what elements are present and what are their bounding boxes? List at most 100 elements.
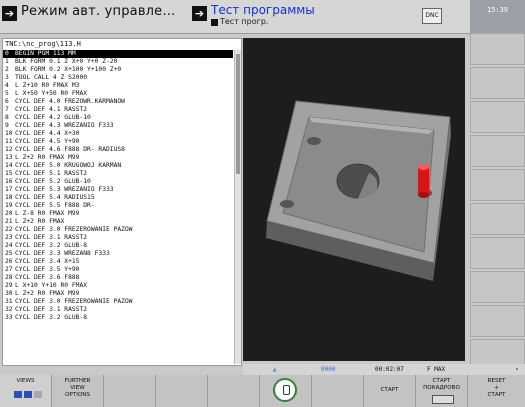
program-line[interactable]: 23 CYCL DEF 3.1 RASST2 [3,234,233,242]
vertical-softkey-4[interactable] [470,135,525,167]
program-line[interactable]: 22 CYCL DEF 3.0 FREZEROWANIE PAZOW [3,226,233,234]
softkey-5[interactable] [208,375,260,407]
program-line[interactable]: 29 L X+10 Y+10 R0 FMAX [3,282,233,290]
line-number: 19 [5,202,13,209]
program-line[interactable]: 12 CYCL DEF 4.6 F888 DR- RADIUS8 [3,146,233,154]
line-text: L Z+10 R0 FMAX M3 [15,82,80,89]
program-line[interactable]: 21 L Z+2 R0 FMAX [3,218,233,226]
simulation-speed-softkey[interactable] [260,375,312,407]
scrollbar[interactable] [234,50,241,364]
start-single-block-softkey[interactable]: СТАРТ ПОКАДРОВО [416,375,468,407]
line-text: L Z-8 R0 FMAX M99 [15,210,80,217]
program-line[interactable]: 0 BEGIN PGM 113 MM [3,50,233,58]
further-label: FURTHER [64,378,91,384]
reset-start-softkey[interactable]: RESET + СТАРТ [468,375,525,407]
program-line[interactable]: 7 CYCL DEF 4.1 RASST2 [3,106,233,114]
line-text: CYCL DEF 3.3 WREZAN8 F333 [15,250,110,257]
line-number: 22 [5,226,13,233]
graphics-3d-view[interactable] [243,38,465,361]
line-text: CYCL DEF 4.0 FREZOWR.KARMANOW [15,98,125,105]
softkey-4[interactable] [156,375,208,407]
vertical-softkey-8[interactable] [470,271,525,303]
program-line[interactable]: 10 CYCL DEF 4.4 X+30 [3,130,233,138]
program-line[interactable]: 1 BLK FORM 0.1 Z X+0 Y+0 Z-20 [3,58,233,66]
mode-arrow-icon: ➔ [2,6,17,21]
program-editor[interactable]: TNC:\nc_prog\113.H 0 BEGIN PGM 113 MM 1 BLK… [2,38,242,366]
program-line[interactable]: 32 CYCL DEF 3.1 RASST2 [3,306,233,314]
program-line[interactable]: 13 L Z+2 R0 FMAX M99 [3,154,233,162]
tool-tip [418,192,429,198]
line-text: CYCL DEF 5.5 F888 DR- [15,202,95,209]
programming-mode-indicator: ➔ Тест программы Тест прогр. [192,4,382,30]
softkey-7[interactable] [312,375,364,407]
hole-bottom-left [280,200,294,208]
single-block-icon [432,395,454,404]
line-text: BEGIN PGM 113 MM [15,50,76,57]
line-text: CYCL DEF 5.4 RADIUS15 [15,194,95,201]
vertical-softkey-10[interactable] [470,339,525,365]
vertical-softkey-5[interactable] [470,169,525,201]
program-line[interactable]: 16 CYCL DEF 5.2 GLUB-10 [3,178,233,186]
program-line[interactable]: 5 L X+50 Y+50 R0 FMAX [3,90,233,98]
program-line[interactable]: 4 L Z+10 R0 FMAX M3 [3,82,233,90]
program-line[interactable]: 2 BLK FORM 0.2 X+100 Y+100 Z+0 [3,66,233,74]
line-number: 14 [5,162,13,169]
line-number: 10 [5,130,13,137]
program-line[interactable]: 18 CYCL DEF 5.4 RADIUS15 [3,194,233,202]
vertical-softkey-9[interactable] [470,305,525,337]
program-line[interactable]: 8 CYCL DEF 4.2 GLUB-10 [3,114,233,122]
program-line[interactable]: 31 CYCL DEF 3.0 FREZEROWANIE PAZOW [3,298,233,306]
program-line[interactable]: 11 CYCL DEF 4.5 Y+90 [3,138,233,146]
mini-mode-icon [211,18,218,26]
program-line[interactable]: 19 CYCL DEF 5.5 F888 DR- [3,202,233,210]
program-line[interactable]: 25 CYCL DEF 3.3 WREZAN8 F333 [3,250,233,258]
reset-label: RESET [487,378,506,384]
program-line[interactable]: 28 CYCL DEF 3.6 F888 [3,274,233,282]
line-text: CYCL DEF 5.1 RASST2 [15,170,88,177]
programming-mode-sub: Тест прогр. [211,18,315,26]
further-view-options-softkey[interactable]: FURTHER VIEW OPTIONS [52,375,104,407]
line-text: CYCL DEF 3.2 GLUB-8 [15,242,88,249]
program-line[interactable]: 15 CYCL DEF 5.1 RASST2 [3,170,233,178]
program-line[interactable]: 27 CYCL DEF 3.5 Y+90 [3,266,233,274]
line-text: L Z+2 R0 FMAX [15,218,65,225]
start-single-label: СТАРТ [432,378,451,384]
vertical-softkey-2[interactable] [470,67,525,99]
program-line[interactable]: 20 L Z-8 R0 FMAX M99 [3,210,233,218]
program-lines[interactable]: 0 BEGIN PGM 113 MM 1 BLK FORM 0.1 Z X+0 Y+0… [3,50,241,322]
vertical-softkey-1[interactable] [470,33,525,65]
program-line[interactable]: 9 CYCL DEF 4.3 WREZANIO F333 [3,122,233,130]
line-number: 3 [5,74,9,81]
clock: 15:39 [470,0,525,33]
tool-shank [418,167,429,195]
program-line[interactable]: 26 CYCL DEF 3.4 X+15 [3,258,233,266]
line-number: 24 [5,242,13,249]
scrollbar-thumb[interactable] [236,54,240,174]
start-softkey[interactable]: СТАРТ [364,375,416,407]
vertical-softkey-3[interactable] [470,101,525,133]
vertical-softkey-7[interactable] [470,237,525,269]
feed-display: F MAX [427,366,446,373]
line-number: 13 [5,154,13,161]
program-line[interactable]: 30 L Z+2 R0 FMAX M99 [3,290,233,298]
line-number: 21 [5,218,13,225]
line-text: CYCL DEF 3.2 GLUB-8 [15,314,88,321]
program-line[interactable]: 6 CYCL DEF 4.0 FREZOWR.KARMANOW [3,98,233,106]
speed-dial-icon [273,378,297,402]
vertical-softkey-6[interactable] [470,203,525,235]
scroll-down-icon[interactable]: ▾ [515,366,519,373]
line-number: 4 [5,82,9,89]
program-line[interactable]: 33 CYCL DEF 3.2 GLUB-8 [3,314,233,322]
tool-top [418,164,429,170]
program-line[interactable]: 14 CYCL DEF 5.0 KRUGOWOJ KARMAN [3,162,233,170]
views-softkey[interactable]: VIEWS [0,375,52,407]
machine-mode-label: Режим авт. управле… [21,4,176,19]
softkey-3[interactable] [104,375,156,407]
line-text: BLK FORM 0.1 Z X+0 Y+0 Z-20 [15,58,118,65]
program-line[interactable]: 17 CYCL DEF 5.3 WREZANIO F333 [3,186,233,194]
line-number: 9 [5,122,9,129]
line-number: 17 [5,186,13,193]
program-line[interactable]: 3 TOOL CALL 4 Z S2000 [3,74,233,82]
machining-time: 00:02:07 [375,366,404,373]
program-line[interactable]: 24 CYCL DEF 3.2 GLUB-8 [3,242,233,250]
